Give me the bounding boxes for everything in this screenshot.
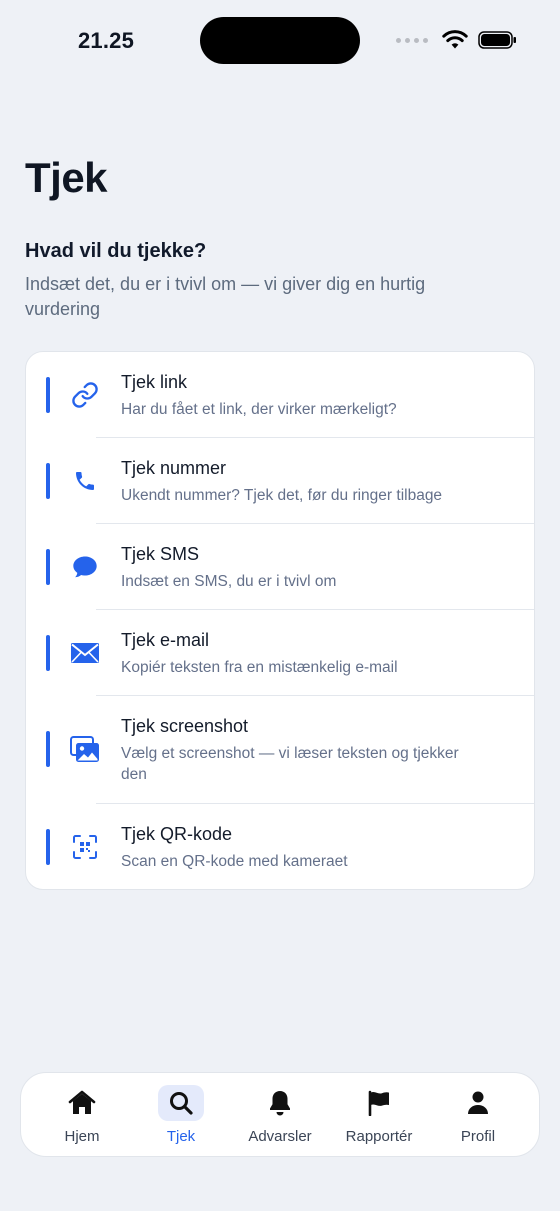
person-icon bbox=[455, 1085, 501, 1121]
page-title: Tjek bbox=[25, 154, 108, 201]
envelope-icon bbox=[70, 638, 100, 668]
check-email-description: Kopiér teksten fra en mistænkelig e-mail bbox=[121, 659, 398, 676]
qr-scan-icon bbox=[70, 832, 100, 862]
section-heading: Hvad vil du tjekke? bbox=[25, 240, 207, 262]
link-icon bbox=[70, 380, 100, 410]
wifi-icon bbox=[442, 30, 468, 49]
search-icon bbox=[158, 1085, 204, 1121]
tab-profile[interactable]: Profil bbox=[428, 1073, 528, 1158]
check-sms-row[interactable]: Tjek SMS Indsæt en SMS, du er i tvivl om bbox=[26, 524, 534, 610]
tab-check-label: Tjek bbox=[166, 1128, 196, 1145]
home-icon bbox=[59, 1085, 105, 1121]
check-screenshot-title: Tjek screenshot bbox=[121, 716, 249, 736]
check-link-description: Har du fået et link, der virker mærkelig… bbox=[121, 401, 397, 418]
check-options-card: Tjek link Har du fået et link, der virke… bbox=[25, 351, 535, 890]
check-number-title: Tjek nummer bbox=[121, 458, 227, 478]
check-email-title: Tjek e-mail bbox=[121, 630, 210, 650]
tab-alerts[interactable]: Advarsler bbox=[230, 1073, 330, 1158]
check-email-row[interactable]: Tjek e-mail Kopiér teksten fra en mistæn… bbox=[26, 610, 534, 696]
tab-alerts-label: Advarsler bbox=[248, 1128, 312, 1145]
check-qr-row[interactable]: Tjek QR-kode Scan en QR-kode med kamerae… bbox=[26, 804, 534, 889]
bell-icon bbox=[257, 1085, 303, 1121]
check-number-row[interactable]: Tjek nummer Ukendt nummer? Tjek det, før… bbox=[26, 438, 534, 524]
accent-bar bbox=[46, 549, 50, 585]
accent-bar bbox=[46, 731, 50, 767]
status-icons bbox=[396, 30, 518, 50]
check-screenshot-row[interactable]: Tjek screenshot Vælg et screenshot — vi … bbox=[26, 696, 534, 804]
signal-dots-icon bbox=[396, 37, 428, 43]
tab-bar: Hjem Tjek Advarsler Rapportér Profil bbox=[20, 1072, 540, 1157]
accent-bar bbox=[46, 635, 50, 671]
accent-bar bbox=[46, 377, 50, 413]
tab-home-label: Hjem bbox=[64, 1128, 100, 1145]
message-bubble-icon bbox=[70, 552, 100, 582]
flag-icon bbox=[356, 1085, 402, 1121]
check-sms-description: Indsæt en SMS, du er i tvivl om bbox=[121, 573, 337, 590]
accent-bar bbox=[46, 829, 50, 865]
photos-icon bbox=[70, 735, 100, 765]
check-link-row[interactable]: Tjek link Har du fået et link, der virke… bbox=[26, 352, 534, 438]
check-sms-title: Tjek SMS bbox=[121, 544, 200, 564]
check-screenshot-description: Vælg et screenshot — vi læser teksten og… bbox=[121, 745, 459, 783]
check-number-description: Ukendt nummer? Tjek det, før du ringer t… bbox=[121, 487, 443, 504]
tab-profile-label: Profil bbox=[460, 1128, 496, 1145]
check-qr-title: Tjek QR-kode bbox=[121, 824, 233, 844]
tab-home[interactable]: Hjem bbox=[32, 1073, 132, 1158]
check-link-title: Tjek link bbox=[121, 372, 188, 392]
status-time: 21.25 bbox=[78, 28, 135, 53]
accent-bar bbox=[46, 463, 50, 499]
battery-icon bbox=[478, 31, 516, 49]
tab-check[interactable]: Tjek bbox=[131, 1073, 231, 1158]
check-qr-description: Scan en QR-kode med kameraet bbox=[121, 853, 348, 870]
section-subtitle: Indsæt det, du er i tvivl om — vi giver … bbox=[25, 274, 426, 319]
tab-report[interactable]: Rapportér bbox=[329, 1073, 429, 1158]
phone-icon bbox=[70, 466, 100, 496]
dynamic-island bbox=[200, 17, 360, 64]
tab-report-label: Rapportér bbox=[345, 1128, 413, 1145]
